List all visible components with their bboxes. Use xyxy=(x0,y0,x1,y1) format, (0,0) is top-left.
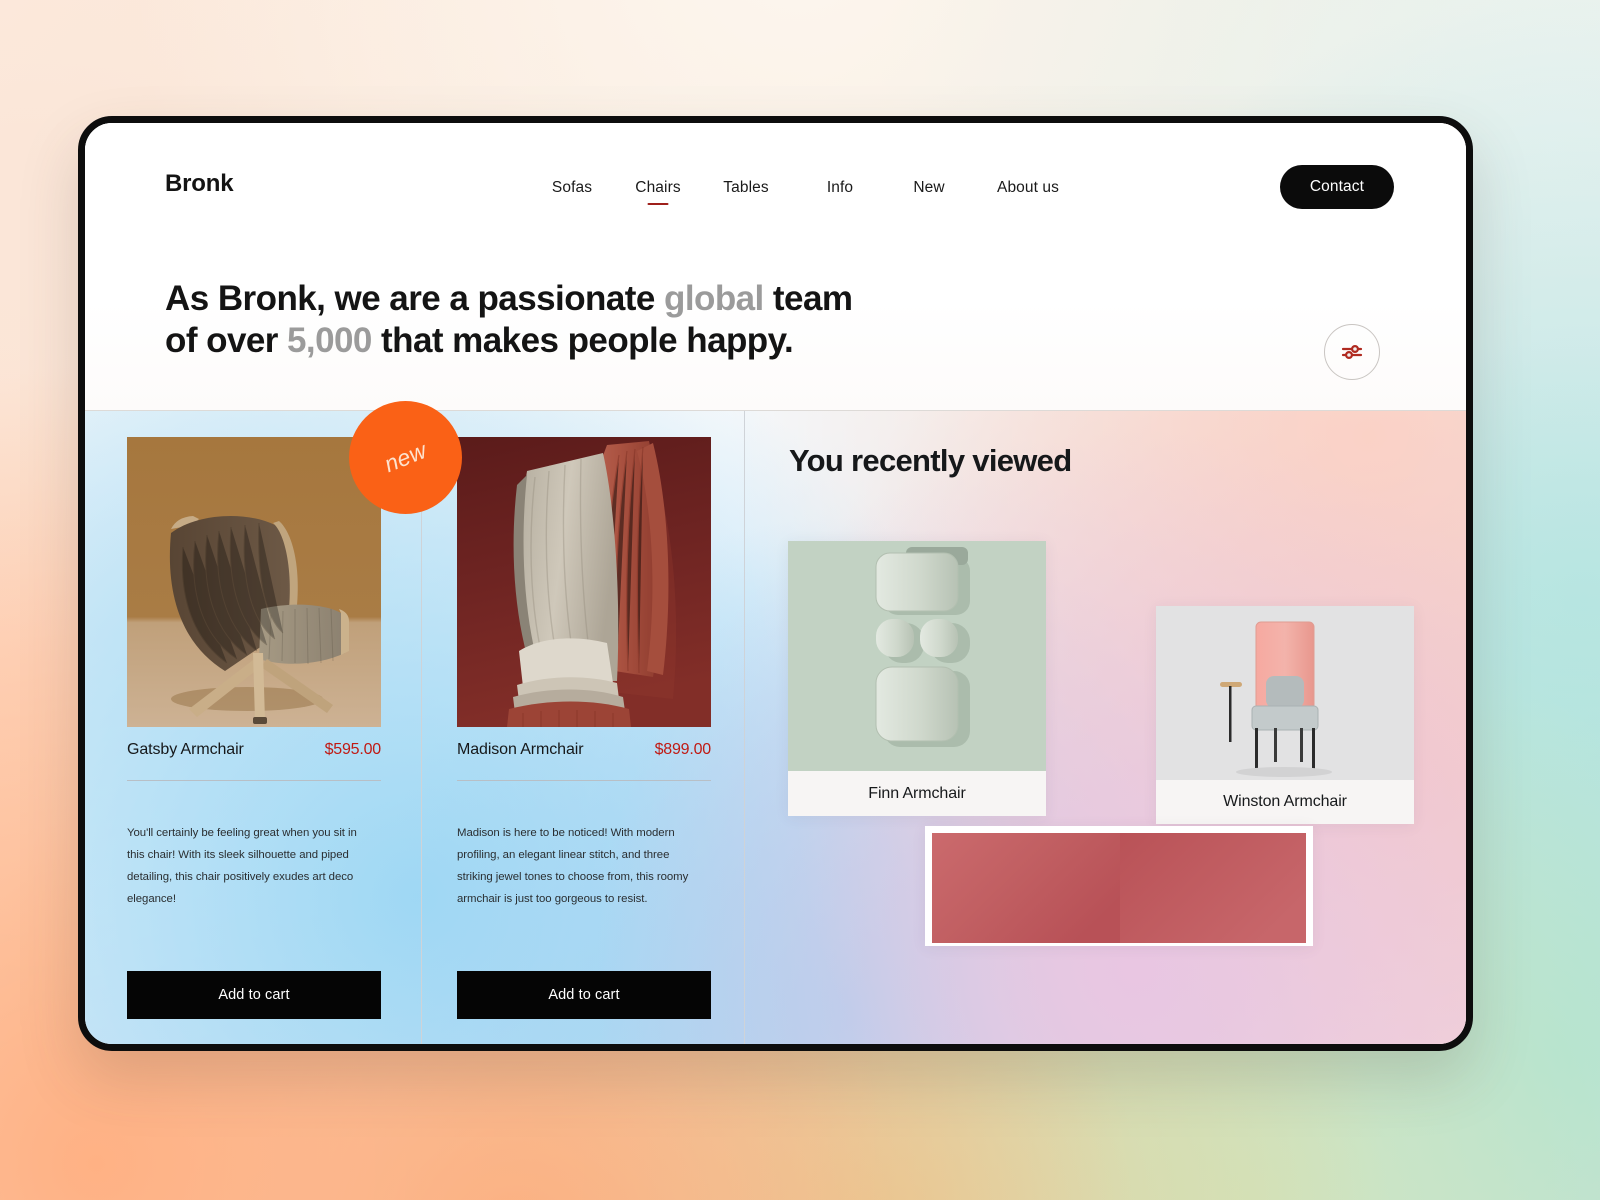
headline-text-part-3: of over xyxy=(165,320,288,360)
filter-button[interactable] xyxy=(1324,324,1380,380)
section-title: You recently viewed xyxy=(789,443,1072,478)
product-info-row: Gatsby Armchair $595.00 xyxy=(127,741,381,759)
recently-viewed-label: Winston Armchair xyxy=(1223,793,1347,810)
product-price: $899.00 xyxy=(654,741,712,758)
product-name: Madison Armchair xyxy=(457,741,584,758)
nav-item-sofas[interactable]: Sofas xyxy=(525,179,619,205)
headline-highlight-global: global xyxy=(663,279,764,318)
product-divider xyxy=(127,780,381,781)
product-description: You'll certainly be feeling great when y… xyxy=(127,827,357,905)
nav-item-new[interactable]: New xyxy=(885,179,973,205)
recently-viewed-card-winston[interactable]: Winston Armchair xyxy=(1156,606,1414,824)
contact-button[interactable]: Contact xyxy=(1279,165,1394,209)
nav-item-info[interactable]: Info xyxy=(795,179,885,205)
headline-text-part-1: As Bronk, we are a passionate xyxy=(165,279,664,318)
recently-viewed-label: Finn Armchair xyxy=(868,785,966,802)
recently-viewed-card-finn[interactable]: Finn Armchair xyxy=(788,541,1046,816)
headline-text-part-4: that makes people happy. xyxy=(371,320,794,360)
gatsby-armchair-photo[interactable] xyxy=(127,437,381,727)
nav-item-about-us[interactable]: About us xyxy=(973,179,1083,205)
navigation-bar: Bronk Sofas Chairs Tables Info New About… xyxy=(85,123,1466,241)
product-description: Madison is here to be noticed! With mode… xyxy=(457,827,689,905)
recently-viewed-section: You recently viewed Finn Armchair Winsto… xyxy=(745,411,1466,1044)
product-name: Gatsby Armchair xyxy=(127,741,244,758)
product-divider xyxy=(457,780,711,781)
add-to-cart-button-gatsby[interactable]: Add to cart xyxy=(127,971,381,1019)
page-title: As Bronk, we are a passionate global tea… xyxy=(165,278,853,361)
red-chair-photo-partial xyxy=(932,833,1306,943)
recently-viewed-card-partial[interactable] xyxy=(925,826,1313,946)
browser-screen: Bronk Sofas Chairs Tables Info New About… xyxy=(85,123,1466,1044)
madison-armchair-photo[interactable] xyxy=(457,437,711,727)
nav-item-tables[interactable]: Tables xyxy=(697,179,795,205)
nav-item-chairs[interactable]: Chairs xyxy=(619,179,697,205)
main-navigation: Sofas Chairs Tables Info New About us xyxy=(525,179,1083,205)
sliders-icon xyxy=(1341,344,1363,360)
product-info-row: Madison Armchair $899.00 xyxy=(457,741,711,759)
finn-armchair-photo xyxy=(788,541,1046,771)
headline-text-part-2: team xyxy=(763,279,853,318)
headline-highlight-count: 5,000 xyxy=(287,320,372,360)
product-card-madison[interactable]: Madison Armchair $899.00 Madison is here… xyxy=(457,411,711,1044)
main-content: new Gatsby Armchair $595.00 You'll certa… xyxy=(85,401,1466,1044)
product-card-gatsby[interactable]: new Gatsby Armchair $595.00 You'll certa… xyxy=(127,401,462,1044)
winston-armchair-photo xyxy=(1156,606,1414,780)
site-header: Bronk Sofas Chairs Tables Info New About… xyxy=(85,123,1466,411)
new-badge-label: new xyxy=(380,436,431,478)
device-frame: Bronk Sofas Chairs Tables Info New About… xyxy=(78,116,1473,1051)
brand-logo[interactable]: Bronk xyxy=(165,170,234,198)
new-badge: new xyxy=(349,401,462,514)
product-price: $595.00 xyxy=(324,741,382,758)
add-to-cart-button-madison[interactable]: Add to cart xyxy=(457,971,711,1019)
